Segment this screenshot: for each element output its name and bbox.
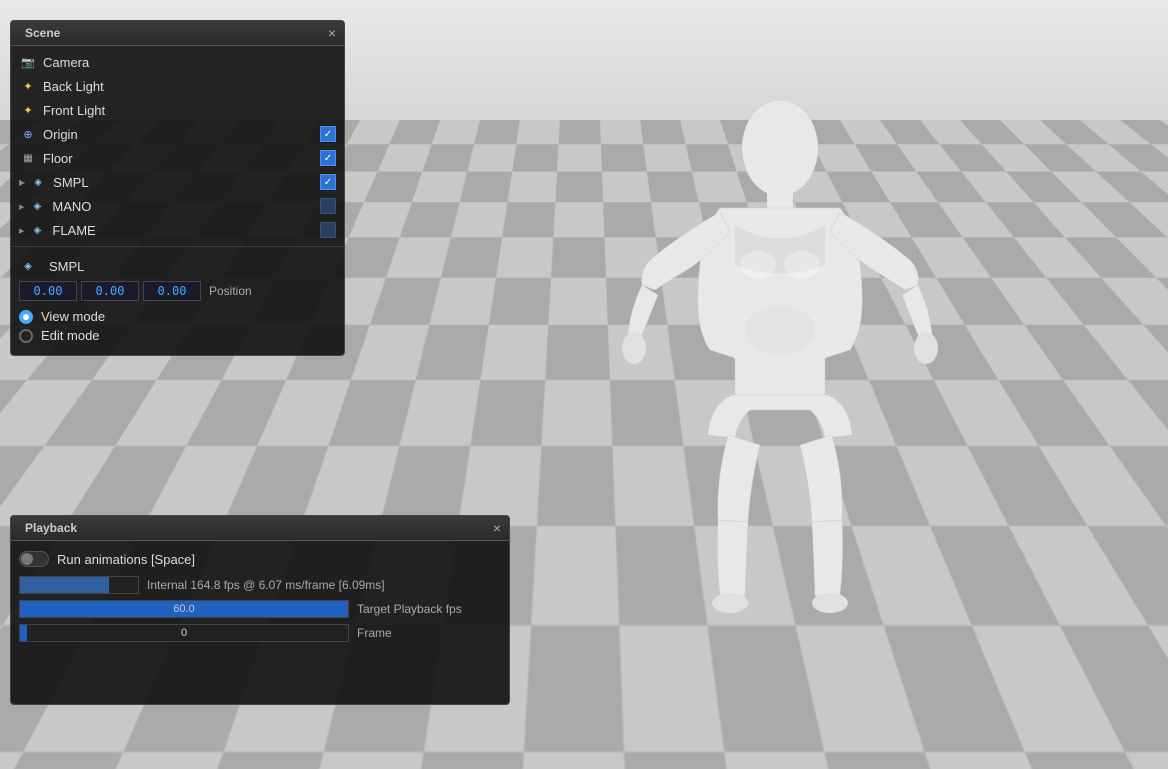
flame-expand-icon[interactable] [19,225,24,236]
flame-label: FLAME [52,223,320,238]
scene-item-floor[interactable]: Floor ✓ [11,146,344,170]
position-y-input[interactable] [81,281,139,301]
target-fps-value: 60.0 [20,601,348,617]
mano-label: MANO [52,199,320,214]
playback-spacer [11,645,509,700]
edit-mode-radio[interactable] [19,329,33,343]
scene-item-flame[interactable]: FLAME [11,218,344,242]
origin-icon [19,125,37,143]
target-fps-label: Target Playback fps [357,602,462,616]
internal-fps-row: Internal 164.8 fps @ 6.07 ms/frame [6.09… [11,573,509,597]
edit-mode-row[interactable]: Edit mode [19,326,336,345]
origin-label: Origin [43,127,320,142]
scene-panel-header-left: Scene [19,26,60,40]
smpl-expand-icon[interactable] [19,177,25,188]
view-mode-row[interactable]: View mode [19,307,336,326]
camera-icon [19,53,37,71]
smpl-icon [29,173,47,191]
back-light-label: Back Light [43,79,336,94]
human-figure [620,90,940,660]
view-mode-radio[interactable] [19,310,33,324]
scene-item-back-light[interactable]: Back Light [11,74,344,98]
smpl-detail-header: SMPL [19,257,336,275]
separator-1 [11,246,344,247]
internal-fps-bar [19,576,139,594]
edit-mode-label: Edit mode [41,328,100,343]
scene-item-camera[interactable]: Camera [11,50,344,74]
front-light-label: Front Light [43,103,336,118]
position-x-input[interactable] [19,281,77,301]
position-row: Position [19,281,336,301]
playback-panel-content: Run animations [Space] Internal 164.8 fp… [11,541,509,704]
view-mode-radio-inner [23,314,29,320]
playback-panel-close[interactable]: × [493,521,501,535]
scene-panel-close[interactable]: × [328,26,336,40]
scene-panel-header: Scene × [11,21,344,46]
view-mode-label: View mode [41,309,105,324]
mano-icon [28,197,46,215]
run-animations-row: Run animations [Space] [11,545,509,573]
scene-item-smpl[interactable]: SMPL ✓ [11,170,344,194]
scene-panel-title: Scene [25,26,60,40]
smpl-detail-label: SMPL [49,259,84,274]
smpl-detail-section: SMPL Position View mode Edit mode [11,251,344,351]
scene-item-front-light[interactable]: Front Light [11,98,344,122]
frame-label: Frame [357,626,392,640]
mano-expand-icon[interactable] [19,201,24,212]
camera-label: Camera [43,55,336,70]
run-animations-label: Run animations [Space] [57,552,195,567]
back-light-icon [19,77,37,95]
internal-fps-text [20,577,138,593]
position-label: Position [209,284,252,298]
mano-checkbox[interactable] [320,198,336,214]
playback-panel-header-left: Playback [19,521,77,535]
flame-checkbox[interactable] [320,222,336,238]
floor-checkbox[interactable]: ✓ [320,150,336,166]
smpl-detail-icon [19,257,37,275]
playback-panel-title: Playback [25,521,77,535]
front-light-icon [19,101,37,119]
target-fps-slider[interactable]: 60.0 [19,600,349,618]
floor-icon [19,149,37,167]
scene-item-mano[interactable]: MANO [11,194,344,218]
target-fps-row: 60.0 Target Playback fps [11,597,509,621]
frame-value: 0 [20,625,348,641]
playback-panel: Playback × Run animations [Space] Intern… [10,515,510,705]
run-animations-toggle[interactable] [19,551,49,567]
scene-panel-content: Camera Back Light Front Light Origin ✓ F… [11,46,344,355]
internal-fps-label: Internal 164.8 fps @ 6.07 ms/frame [6.09… [147,578,501,592]
flame-icon [28,221,46,239]
playback-panel-header: Playback × [11,516,509,541]
smpl-label: SMPL [53,175,320,190]
smpl-checkbox[interactable]: ✓ [320,174,336,190]
floor-label: Floor [43,151,320,166]
frame-slider[interactable]: 0 [19,624,349,642]
frame-row: 0 Frame [11,621,509,645]
scene-panel: Scene × Camera Back Light Front Light Or… [10,20,345,356]
position-z-input[interactable] [143,281,201,301]
scene-item-origin[interactable]: Origin ✓ [11,122,344,146]
origin-checkbox[interactable]: ✓ [320,126,336,142]
